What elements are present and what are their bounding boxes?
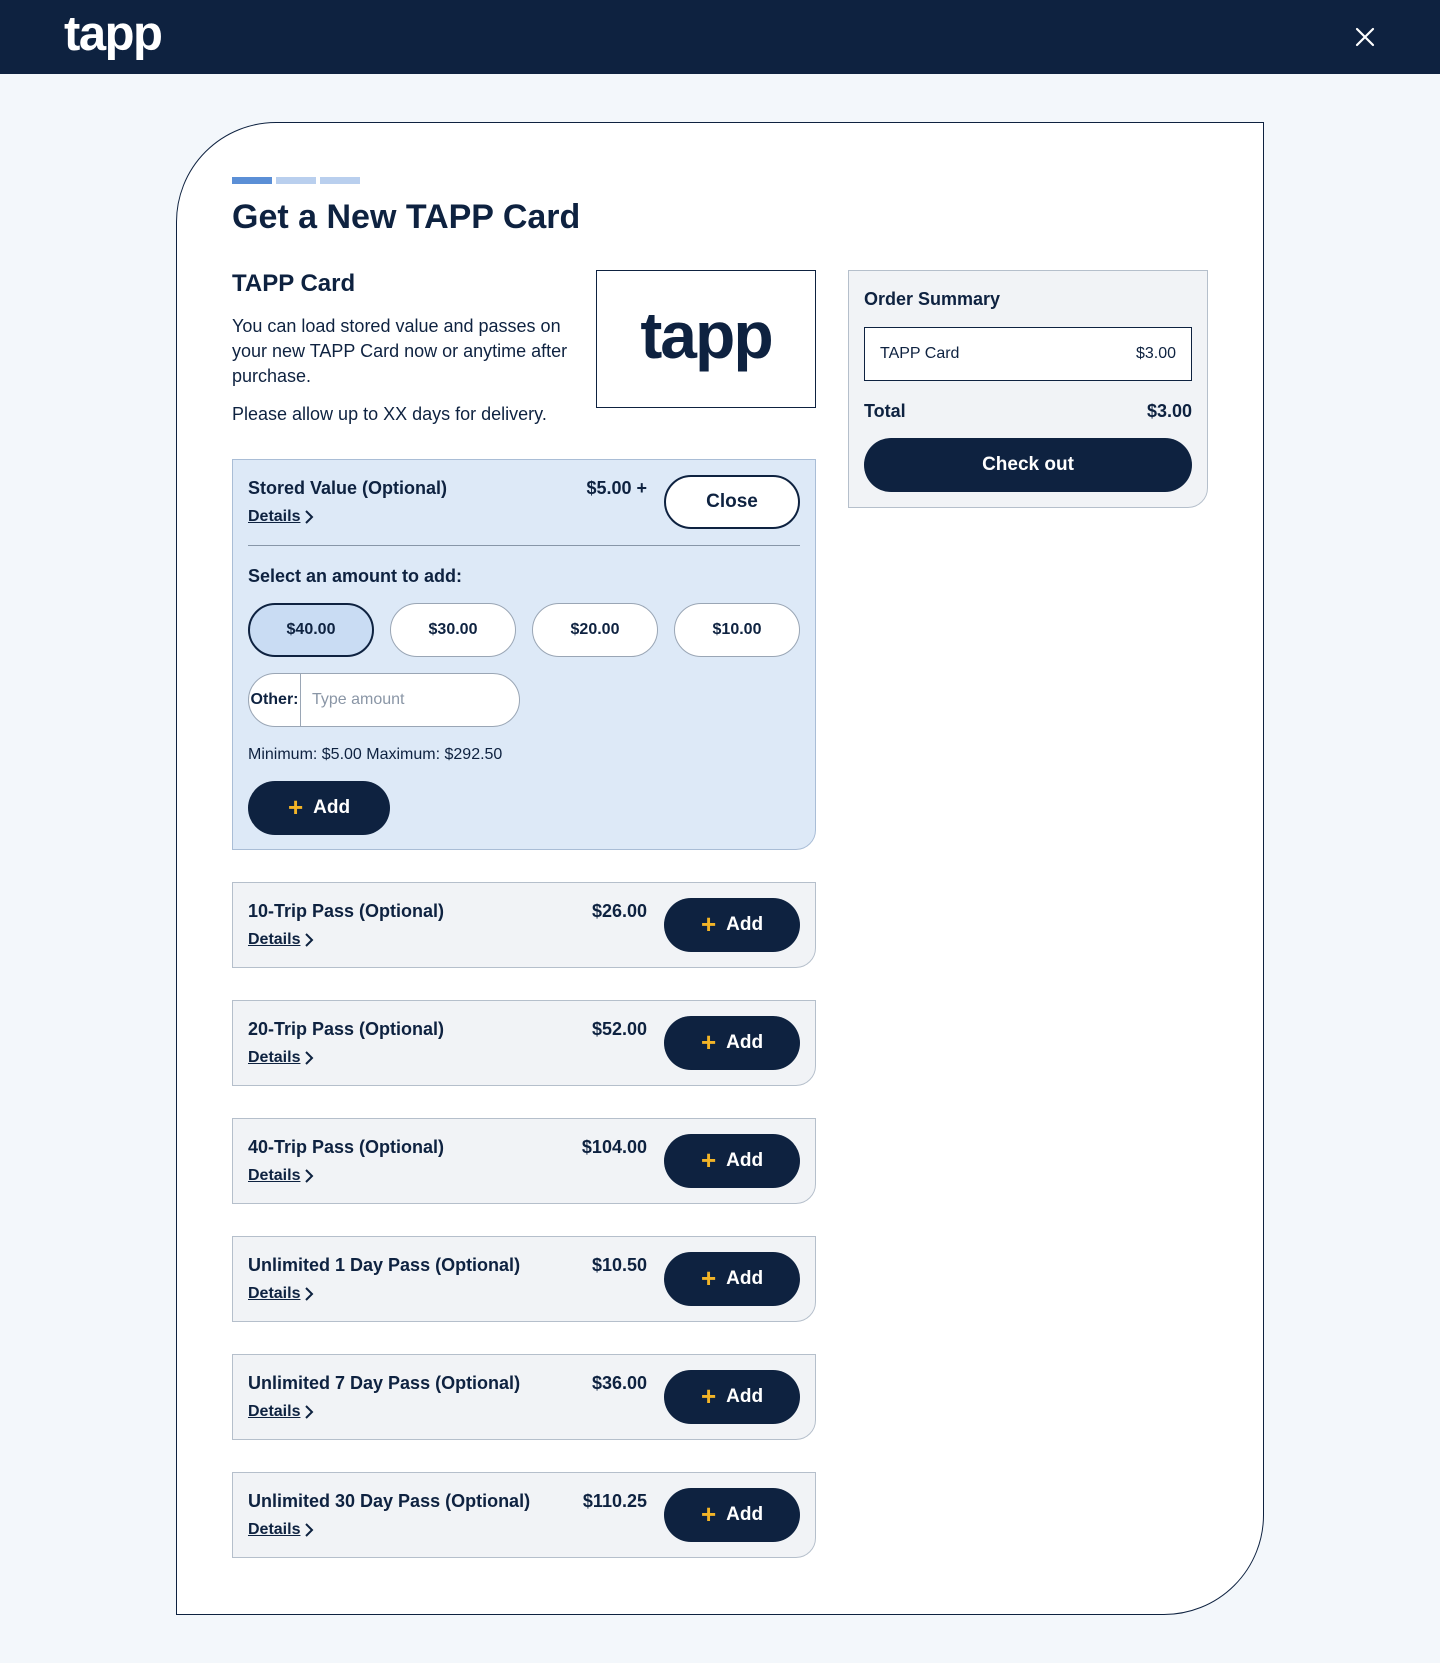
total-value: $3.00 bbox=[1146, 401, 1192, 421]
pass-title: 40-Trip Pass (Optional) bbox=[248, 1137, 445, 1157]
amount-option-10[interactable]: $10.00 bbox=[674, 603, 800, 657]
top-nav-bar: tapp bbox=[0, 0, 1440, 74]
pass-panel-unlimited-7-day: Unlimited 7 Day Pass (Optional) Details … bbox=[232, 1354, 816, 1440]
pass-details-link[interactable]: Details bbox=[248, 931, 314, 949]
plus-icon: + bbox=[700, 1499, 717, 1529]
plus-icon: + bbox=[700, 909, 717, 939]
chevron-right-icon bbox=[305, 1051, 314, 1065]
pass-title: 20-Trip Pass (Optional) bbox=[248, 1019, 445, 1039]
other-amount-input[interactable] bbox=[301, 674, 519, 726]
add-pass-button[interactable]: + Add bbox=[664, 1134, 800, 1188]
progress-step-2 bbox=[276, 177, 316, 184]
delivery-note: Please allow up to XX days for delivery. bbox=[232, 404, 547, 424]
tapp-card-image: tapp bbox=[596, 270, 816, 408]
stored-value-title: Stored Value (Optional) bbox=[248, 478, 448, 498]
progress-step-3 bbox=[320, 177, 360, 184]
card-description: You can load stored value and passes on … bbox=[232, 316, 568, 386]
close-icon[interactable] bbox=[1353, 25, 1377, 49]
order-summary: Order Summary TAPP Card $3.00 Total $3.0… bbox=[848, 270, 1208, 508]
line-item-name: TAPP Card bbox=[880, 345, 960, 362]
order-summary-title: Order Summary bbox=[864, 289, 1001, 309]
pass-details-link[interactable]: Details bbox=[248, 1403, 314, 1421]
pass-price: $110.25 bbox=[582, 1491, 647, 1511]
pass-panel-20-trip: 20-Trip Pass (Optional) Details $52.00 +… bbox=[232, 1000, 816, 1086]
details-label: Details bbox=[248, 1285, 301, 1302]
other-amount-group: Other: bbox=[248, 673, 520, 727]
chevron-right-icon bbox=[305, 1523, 314, 1537]
details-label: Details bbox=[248, 1167, 301, 1184]
pass-panel-unlimited-30-day: Unlimited 30 Day Pass (Optional) Details… bbox=[232, 1472, 816, 1558]
page-title: Get a New TAPP Card bbox=[232, 198, 581, 236]
card-image-logo: tapp bbox=[640, 298, 773, 372]
details-label: Details bbox=[248, 931, 301, 948]
plus-icon: + bbox=[700, 1263, 717, 1293]
pass-panel-40-trip: 40-Trip Pass (Optional) Details $104.00 … bbox=[232, 1118, 816, 1204]
pass-details-link[interactable]: Details bbox=[248, 1285, 314, 1303]
chevron-right-icon bbox=[305, 510, 314, 524]
amount-option-40[interactable]: $40.00 bbox=[248, 603, 374, 657]
details-label: Details bbox=[248, 508, 301, 525]
select-amount-label: Select an amount to add: bbox=[248, 566, 463, 586]
add-button-label: Add bbox=[313, 797, 351, 818]
line-item-price: $3.00 bbox=[1135, 345, 1176, 362]
add-pass-button[interactable]: + Add bbox=[664, 898, 800, 952]
add-button-label: Add bbox=[726, 1504, 764, 1525]
add-button-label: Add bbox=[726, 1386, 764, 1407]
stored-value-price: $5.00 + bbox=[586, 478, 647, 498]
pass-panel-10-trip: 10-Trip Pass (Optional) Details $26.00 +… bbox=[232, 882, 816, 968]
plus-icon: + bbox=[700, 1027, 717, 1057]
details-label: Details bbox=[248, 1521, 301, 1538]
other-amount-label: Other: bbox=[249, 674, 301, 726]
add-button-label: Add bbox=[726, 1150, 764, 1171]
plus-icon: + bbox=[287, 792, 304, 822]
panel-divider bbox=[248, 545, 800, 546]
add-button-label: Add bbox=[726, 1268, 764, 1289]
pass-price: $26.00 bbox=[591, 901, 647, 921]
add-pass-button[interactable]: + Add bbox=[664, 1488, 800, 1542]
close-button[interactable]: Close bbox=[664, 475, 800, 529]
pass-details-link[interactable]: Details bbox=[248, 1049, 314, 1067]
stored-value-details-link[interactable]: Details bbox=[248, 508, 314, 526]
add-button-label: Add bbox=[726, 1032, 764, 1053]
checkout-button[interactable]: Check out bbox=[864, 438, 1192, 492]
amount-option-20[interactable]: $20.00 bbox=[532, 603, 658, 657]
pass-panel-unlimited-1-day: Unlimited 1 Day Pass (Optional) Details … bbox=[232, 1236, 816, 1322]
pass-price: $10.50 bbox=[591, 1255, 647, 1275]
pass-price: $36.00 bbox=[591, 1373, 647, 1393]
chevron-right-icon bbox=[305, 1287, 314, 1301]
pass-details-link[interactable]: Details bbox=[248, 1167, 314, 1185]
add-pass-button[interactable]: + Add bbox=[664, 1016, 800, 1070]
pass-title: 10-Trip Pass (Optional) bbox=[248, 901, 445, 921]
details-label: Details bbox=[248, 1403, 301, 1420]
tapp-logo[interactable]: tapp bbox=[64, 6, 163, 62]
add-stored-value-button[interactable]: + Add bbox=[248, 781, 390, 835]
pass-details-link[interactable]: Details bbox=[248, 1521, 314, 1539]
amount-option-30[interactable]: $30.00 bbox=[390, 603, 516, 657]
details-label: Details bbox=[248, 1049, 301, 1066]
plus-icon: + bbox=[700, 1381, 717, 1411]
add-pass-button[interactable]: + Add bbox=[664, 1252, 800, 1306]
card-heading: TAPP Card bbox=[232, 270, 356, 297]
amount-limits: Minimum: $5.00 Maximum: $292.50 bbox=[248, 746, 503, 763]
pass-title: Unlimited 30 Day Pass (Optional) bbox=[248, 1491, 531, 1511]
pass-title: Unlimited 1 Day Pass (Optional) bbox=[248, 1255, 521, 1275]
add-button-label: Add bbox=[726, 914, 764, 935]
plus-icon: + bbox=[700, 1145, 717, 1175]
chevron-right-icon bbox=[305, 1169, 314, 1183]
pass-price: $104.00 bbox=[581, 1137, 647, 1157]
stored-value-panel: Stored Value (Optional) Details $5.00 + … bbox=[232, 459, 816, 850]
chevron-right-icon bbox=[305, 933, 314, 947]
order-line-item: TAPP Card $3.00 bbox=[864, 327, 1192, 381]
pass-price: $52.00 bbox=[591, 1019, 647, 1039]
pass-title: Unlimited 7 Day Pass (Optional) bbox=[248, 1373, 521, 1393]
add-pass-button[interactable]: + Add bbox=[664, 1370, 800, 1424]
progress-step-1 bbox=[232, 177, 272, 184]
total-label: Total bbox=[864, 401, 906, 421]
chevron-right-icon bbox=[305, 1405, 314, 1419]
